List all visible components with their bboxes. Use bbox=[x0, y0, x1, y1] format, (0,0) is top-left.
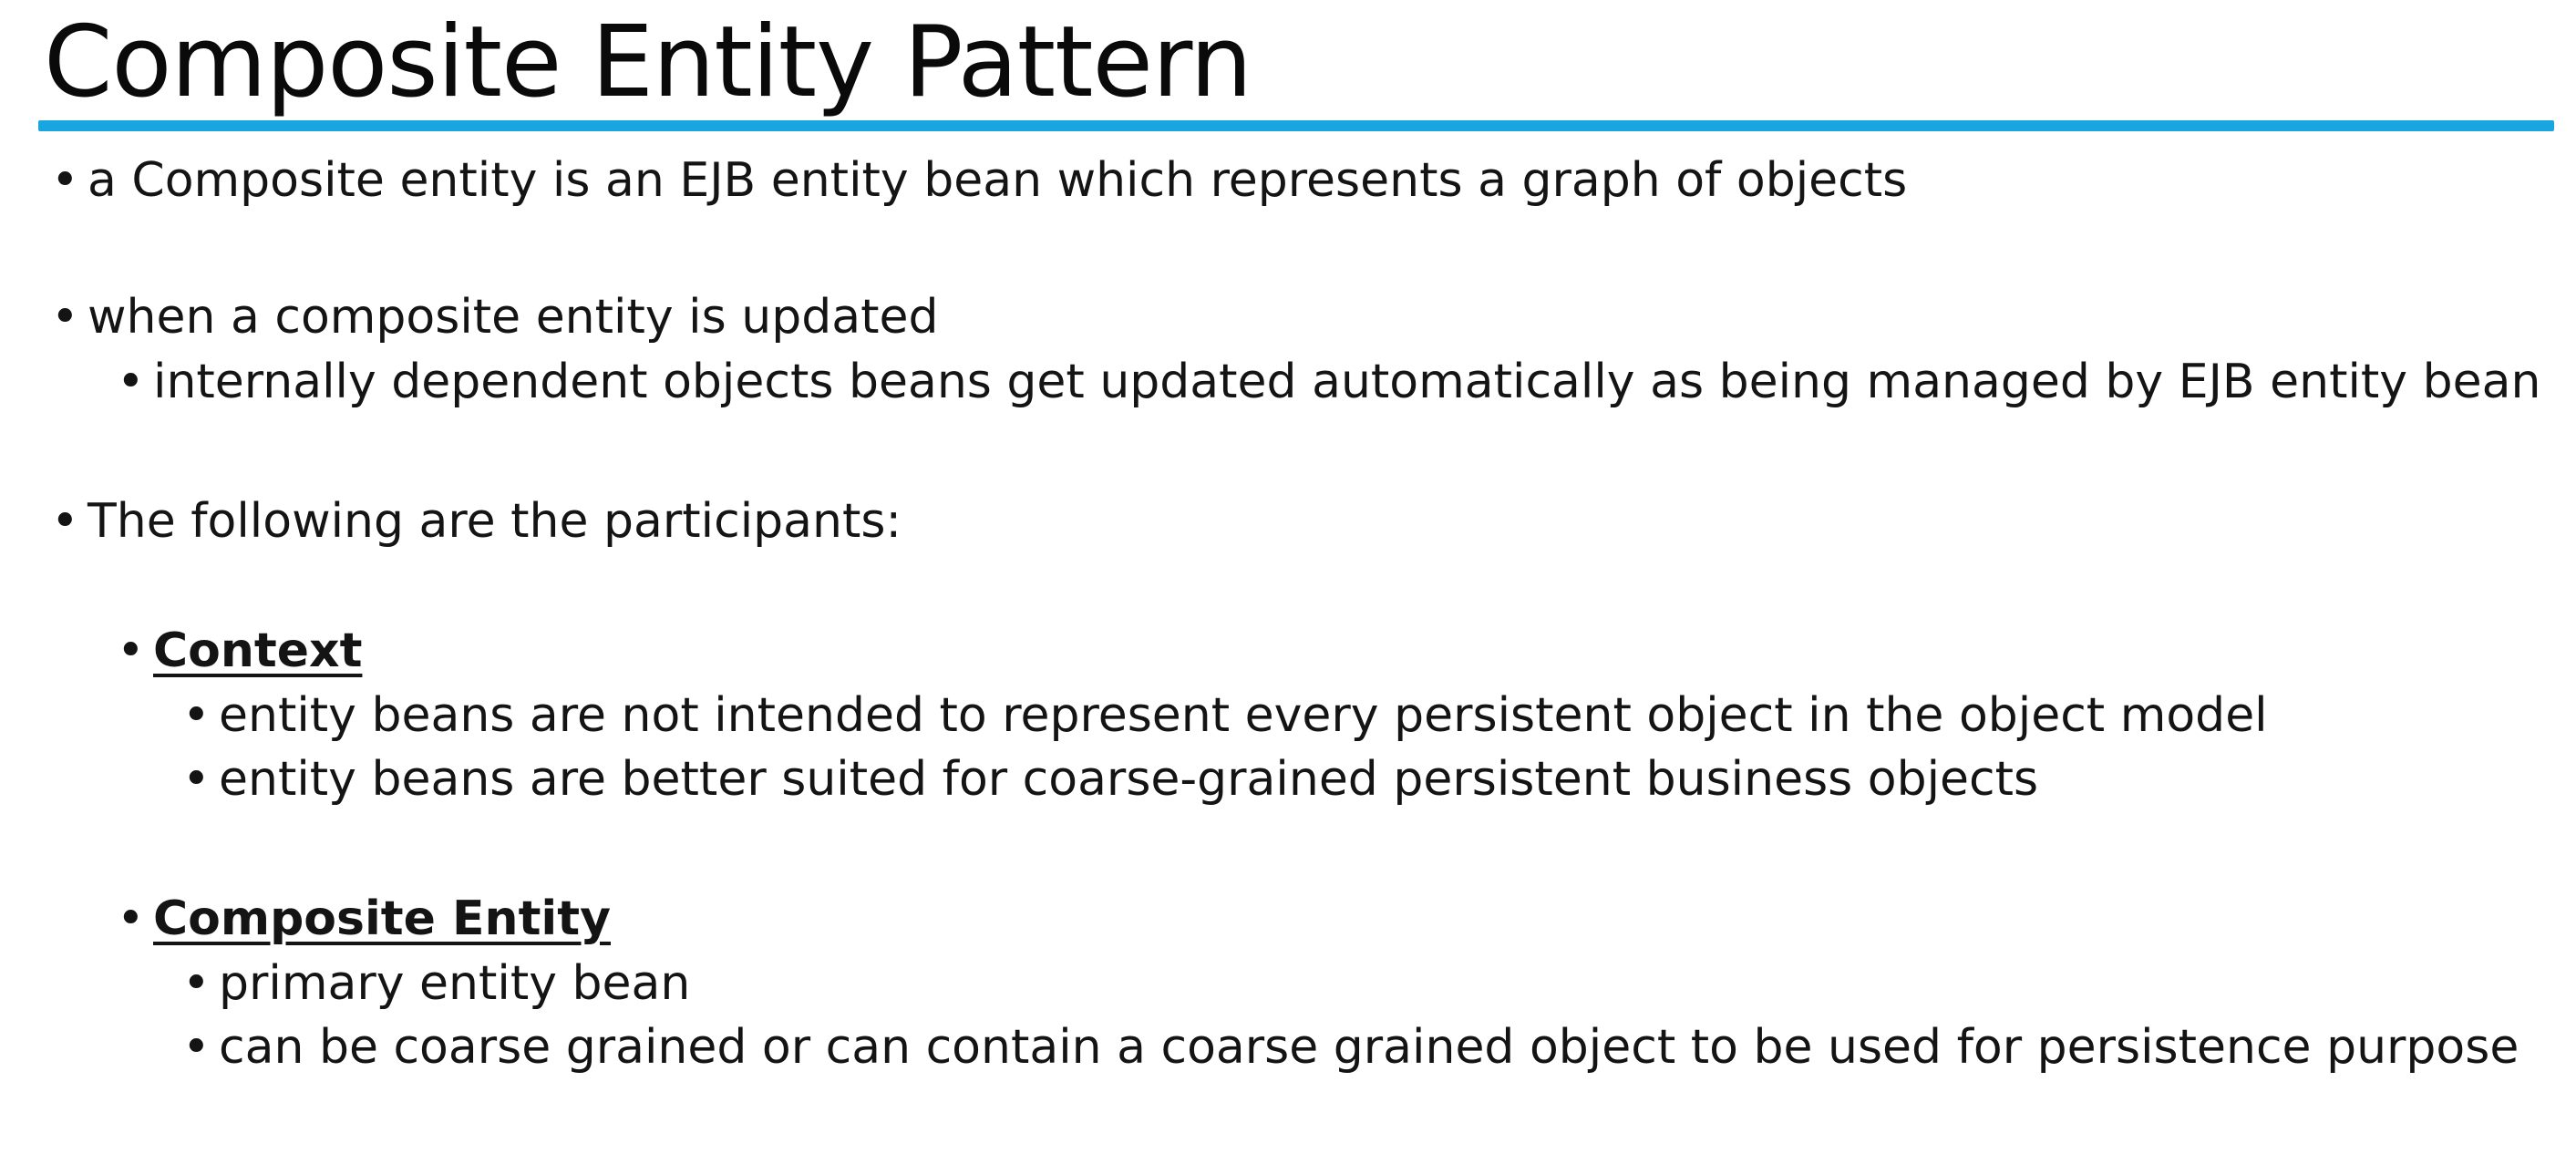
bullet-dot: • bbox=[182, 752, 211, 807]
composite-entity-item: • can be coarse grained or can contain a … bbox=[182, 1018, 2519, 1077]
bullet-text: The following are the participants: bbox=[88, 494, 902, 549]
context-heading-text: Context bbox=[153, 623, 363, 678]
bullet-text: a Composite entity is an EJB entity bean… bbox=[88, 153, 1908, 208]
bullet-dot: • bbox=[182, 688, 211, 743]
composite-entity-heading-text: Composite Entity bbox=[153, 891, 611, 946]
bullet-text: entity beans are not intended to represe… bbox=[219, 688, 2268, 743]
slide-title: Composite Entity Pattern bbox=[44, 5, 1252, 119]
bullet-dot: • bbox=[51, 494, 79, 549]
bullet-update: • when a composite entity is updated bbox=[51, 288, 938, 346]
composite-entity-heading: • Composite Entity bbox=[117, 890, 611, 948]
bullet-dot: • bbox=[117, 355, 145, 409]
bullet-text: primary entity bean bbox=[219, 956, 691, 1011]
bullet-dot: • bbox=[182, 1020, 211, 1075]
context-heading: • Context bbox=[117, 622, 362, 680]
bullet-dot: • bbox=[117, 891, 145, 946]
bullet-dot: • bbox=[182, 956, 211, 1011]
title-underline-rule bbox=[38, 120, 2554, 131]
bullet-participants: • The following are the participants: bbox=[51, 492, 902, 551]
bullet-definition: • a Composite entity is an EJB entity bea… bbox=[51, 151, 1907, 210]
bullet-update-sub: • internally dependent objects beans get … bbox=[117, 353, 2540, 411]
bullet-dot: • bbox=[51, 153, 79, 208]
bullet-text: can be coarse grained or can contain a c… bbox=[219, 1020, 2519, 1075]
bullet-text: when a composite entity is updated bbox=[88, 290, 939, 345]
bullet-dot: • bbox=[51, 290, 79, 345]
bullet-text: internally dependent objects beans get u… bbox=[153, 355, 2541, 409]
context-item: • entity beans are better suited for coar… bbox=[182, 750, 2038, 809]
context-item: • entity beans are not intended to repres… bbox=[182, 686, 2268, 745]
composite-entity-item: • primary entity bean bbox=[182, 954, 690, 1013]
bullet-dot: • bbox=[117, 623, 145, 678]
bullet-text: entity beans are better suited for coars… bbox=[219, 752, 2039, 807]
